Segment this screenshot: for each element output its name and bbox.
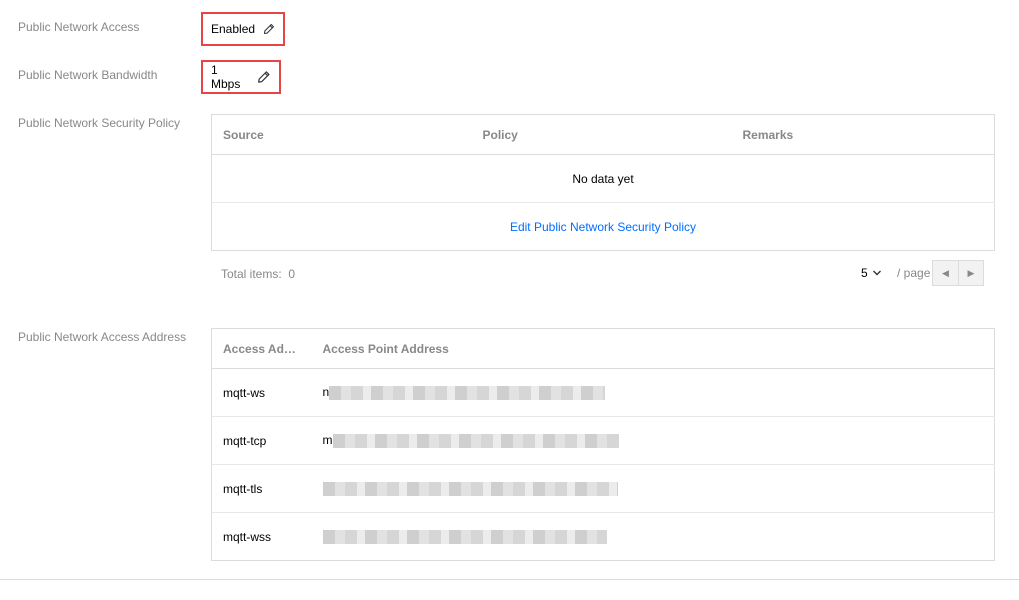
access-type: mqtt-wss — [211, 512, 312, 561]
table-row: mqtt-ws n — [212, 369, 995, 417]
access-address-table: Access Ad… Access Point Address mqtt-ws … — [211, 328, 995, 561]
bandwidth-label: Public Network Bandwidth — [18, 68, 158, 82]
column-header-policy: Policy — [471, 114, 732, 155]
empty-state: No data yet — [572, 171, 634, 186]
next-page-button[interactable]: ▶ — [958, 261, 983, 285]
access-type: mqtt-ws — [223, 385, 265, 400]
bandwidth-value: 1 Mbps — [211, 63, 241, 91]
column-header-remarks: Remarks — [731, 114, 995, 155]
redacted-address — [322, 529, 607, 544]
edit-security-policy-link[interactable]: Edit Public Network Security Policy — [510, 220, 696, 234]
redacted-address — [322, 481, 618, 496]
chevron-down-icon — [872, 270, 881, 276]
access-point-address: m — [311, 416, 995, 465]
total-count: 0 — [288, 267, 296, 281]
access-value: Enabled — [211, 22, 256, 36]
access-label: Public Network Access — [18, 20, 140, 34]
address-prefix: m — [322, 433, 333, 448]
column-header-access-point-address: Access Point Address — [311, 328, 995, 369]
caret-right-icon: ▶ — [967, 267, 975, 278]
security-policy-table: Source Policy Remarks No data yet Edit P… — [211, 114, 995, 251]
column-header-access-type: Access Ad… — [211, 328, 312, 369]
total-label: Total items: — [221, 267, 282, 281]
access-highlight: Enabled — [201, 12, 285, 46]
page-size-select[interactable]: 5 — [861, 266, 882, 280]
pencil-icon[interactable] — [257, 70, 271, 84]
access-point-address: n — [312, 369, 995, 417]
table-row: mqtt-wss — [211, 512, 995, 561]
pagination-buttons: ◀ ▶ — [932, 260, 984, 286]
column-header-source: Source — [211, 114, 472, 155]
caret-left-icon: ◀ — [942, 267, 949, 278]
prev-page-button[interactable]: ◀ — [933, 261, 958, 285]
access-point-address — [311, 464, 995, 513]
access-point-address — [311, 512, 995, 561]
bandwidth-highlight: 1 Mbps — [201, 60, 281, 94]
address-prefix: n — [322, 385, 330, 400]
pencil-icon[interactable] — [263, 22, 275, 36]
access-type: mqtt-tcp — [211, 416, 312, 465]
pagination-total: Total items: 0 — [221, 267, 295, 281]
table-row: mqtt-tcp m — [211, 416, 995, 465]
security-policy-label: Public Network Security Policy — [18, 116, 181, 130]
table-row: mqtt-tls — [211, 464, 995, 513]
per-page-label: / page — [897, 266, 931, 280]
edit-policy-cell: Edit Public Network Security Policy — [211, 202, 995, 251]
access-type: mqtt-tls — [211, 464, 312, 513]
page-size-value: 5 — [861, 266, 868, 280]
access-address-label: Public Network Access Address — [18, 330, 187, 344]
divider — [0, 579, 1019, 580]
redacted-address — [329, 385, 606, 400]
redacted-address — [332, 433, 619, 448]
